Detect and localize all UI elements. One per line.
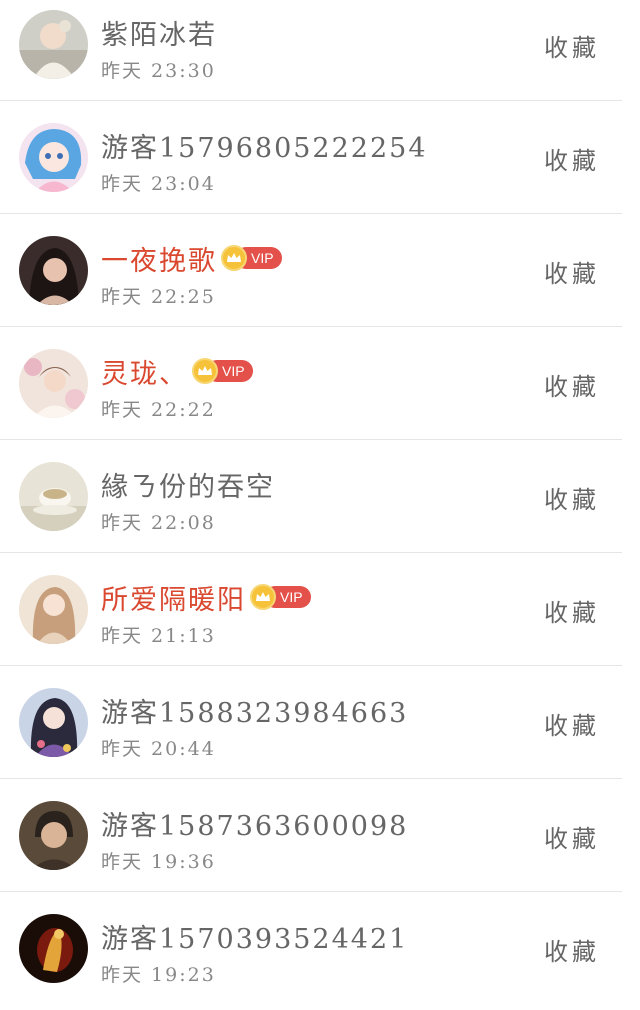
avatar[interactable] [19,575,88,644]
vip-badge: VIP [221,245,282,271]
user-name: 灵珑、 [101,358,188,390]
avatar[interactable] [19,123,88,192]
anime-kimono-avatar-image [19,688,88,757]
avatar[interactable] [19,236,88,305]
avatar[interactable] [19,801,88,870]
vip-badge: VIP [250,584,311,610]
vip-badge: VIP [192,358,253,384]
woman-flowers-avatar-image [19,349,88,418]
visit-time: 昨天 19:23 [101,964,216,986]
teacup-avatar-image [19,462,88,531]
favorite-button[interactable]: 收藏 [544,367,600,402]
list-item[interactable]: 緣ㄋ份的吞空 昨天 22:08 收藏 [0,440,622,553]
favorite-button[interactable]: 收藏 [544,141,600,176]
list-item[interactable]: 游客15796805222254 昨天 23:04 收藏 [0,101,622,214]
avatar[interactable] [19,349,88,418]
crown-icon [250,584,276,610]
visit-time: 昨天 19:36 [101,851,216,873]
list-item[interactable]: 一夜挽歌 VIP 昨天 22:25 收藏 [0,214,622,327]
avatar[interactable] [19,914,88,983]
favorite-button[interactable]: 收藏 [544,254,600,289]
child-photo-avatar-image [19,10,88,79]
visit-time: 昨天 22:25 [101,286,216,308]
woman-dark-hair-avatar-image [19,236,88,305]
visit-time: 昨天 23:04 [101,173,216,195]
user-name: 游客1570393524421 [101,923,409,955]
list-item[interactable]: 所爱隔暖阳 VIP 昨天 21:13 收藏 [0,553,622,666]
visit-time: 昨天 21:13 [101,625,216,647]
favorite-button[interactable]: 收藏 [544,706,600,741]
anime-girl-avatar-image [19,123,88,192]
list-item[interactable]: 游客1587363600098 昨天 19:36 收藏 [0,779,622,892]
visit-time: 昨天 20:44 [101,738,216,760]
user-name: 游客1587363600098 [101,810,409,842]
avatar[interactable] [19,462,88,531]
user-name: 紫陌冰若 [101,19,217,51]
visit-time: 昨天 22:22 [101,399,216,421]
anime-beige-avatar-image [19,575,88,644]
list-item[interactable]: 紫陌冰若 昨天 23:30 收藏 [0,0,622,101]
crown-icon [192,358,218,384]
avatar[interactable] [19,10,88,79]
favorite-button[interactable]: 收藏 [544,932,600,967]
man-portrait-avatar-image [19,801,88,870]
user-name: 一夜挽歌 [101,245,217,277]
visit-time: 昨天 22:08 [101,512,216,534]
favorite-button[interactable]: 收藏 [544,593,600,628]
user-name: 所爱隔暖阳 [101,584,246,616]
favorite-button[interactable]: 收藏 [544,819,600,854]
favorite-button[interactable]: 收藏 [544,480,600,515]
avatar[interactable] [19,688,88,757]
visit-time: 昨天 23:30 [101,60,216,82]
visitor-list: 紫陌冰若 昨天 23:30 收藏 游客15796805222254 昨天 23:… [0,0,622,1005]
golden-figure-avatar-image [19,914,88,983]
list-item[interactable]: 游客15883239846​63 昨天 20:44 收藏 [0,666,622,779]
list-item[interactable]: 灵珑、 VIP 昨天 22:22 收藏 [0,327,622,440]
user-name: 緣ㄋ份的吞空 [101,471,275,503]
user-name: 游客15796805222254 [101,132,428,164]
favorite-button[interactable]: 收藏 [544,28,600,63]
crown-icon [221,245,247,271]
list-item[interactable]: 游客1570393524421 昨天 19:23 收藏 [0,892,622,1005]
user-name: 游客15883239846​63 [101,697,409,729]
